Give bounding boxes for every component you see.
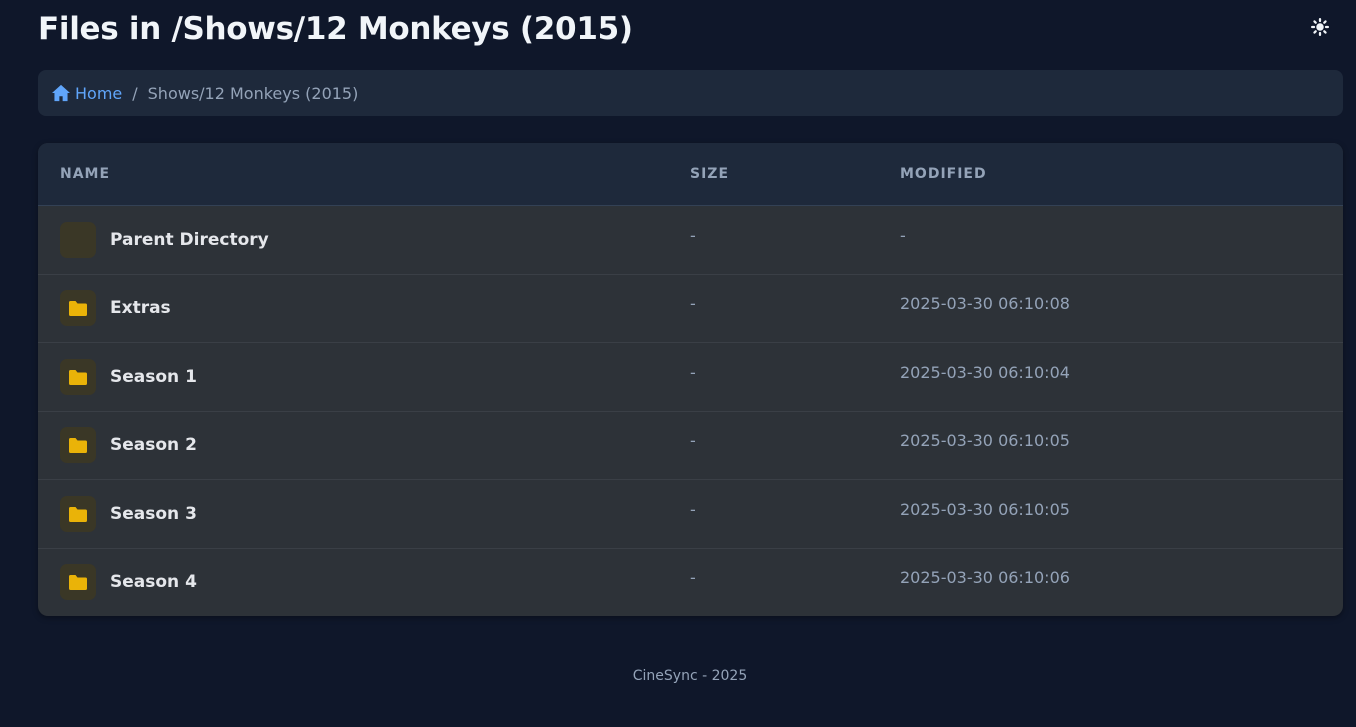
column-header-modified[interactable]: MODIFIED [900,166,987,182]
table-row[interactable]: Season 3 - 2025-03-30 06:10:05 [38,480,1343,549]
folder-icon [60,427,96,463]
row-name: Extras [110,298,171,318]
row-size: - [690,363,696,382]
row-modified: 2025-03-30 06:10:08 [900,294,1070,313]
row-size: - [690,568,696,587]
column-header-size[interactable]: SIZE [690,166,729,182]
row-size: - [690,431,696,450]
folder-icon [60,496,96,532]
page: Files in /Shows/12 Monkeys (2015) Home / [0,0,1356,727]
theme-toggle-button[interactable] [1308,16,1332,38]
row-name: Season 2 [110,435,197,455]
row-name: Season 3 [110,504,197,524]
home-icon [52,84,70,102]
row-size: - [690,294,696,313]
breadcrumb-home-label: Home [75,83,123,103]
row-modified: 2025-03-30 06:10:05 [900,431,1070,450]
row-name: Season 1 [110,367,197,387]
table-row[interactable]: Season 2 - 2025-03-30 06:10:05 [38,411,1343,480]
parent-directory-icon [60,222,96,258]
table-row[interactable]: Extras - 2025-03-30 06:10:08 [38,274,1343,343]
breadcrumb: Home / Shows/12 Monkeys (2015) [38,70,1343,116]
folder-icon [60,564,96,600]
column-header-name[interactable]: NAME [60,166,110,182]
row-size: - [690,226,696,245]
folder-icon [60,290,96,326]
row-modified: - [900,226,906,245]
page-title: Files in /Shows/12 Monkeys (2015) [38,11,633,47]
breadcrumb-separator: / [132,83,138,103]
row-modified: 2025-03-30 06:10:05 [900,500,1070,519]
table-row[interactable]: Season 1 - 2025-03-30 06:10:04 [38,343,1343,412]
table-row-parent-directory[interactable]: Parent Directory - - [38,206,1343,275]
file-table: NAME SIZE MODIFIED Parent Directory - - … [38,143,1343,616]
row-name: Parent Directory [110,230,269,250]
footer-text: CineSync - 2025 [632,668,748,684]
breadcrumb-home-link[interactable]: Home [51,84,122,103]
row-modified: 2025-03-30 06:10:04 [900,363,1070,382]
sun-icon [1311,18,1329,36]
row-size: - [690,500,696,519]
row-modified: 2025-03-30 06:10:06 [900,568,1070,587]
breadcrumb-current: Shows/12 Monkeys (2015) [147,83,359,103]
folder-icon [60,359,96,395]
table-row[interactable]: Season 4 - 2025-03-30 06:10:06 [38,548,1343,616]
row-name: Season 4 [110,572,197,592]
table-header: NAME SIZE MODIFIED [38,143,1343,206]
